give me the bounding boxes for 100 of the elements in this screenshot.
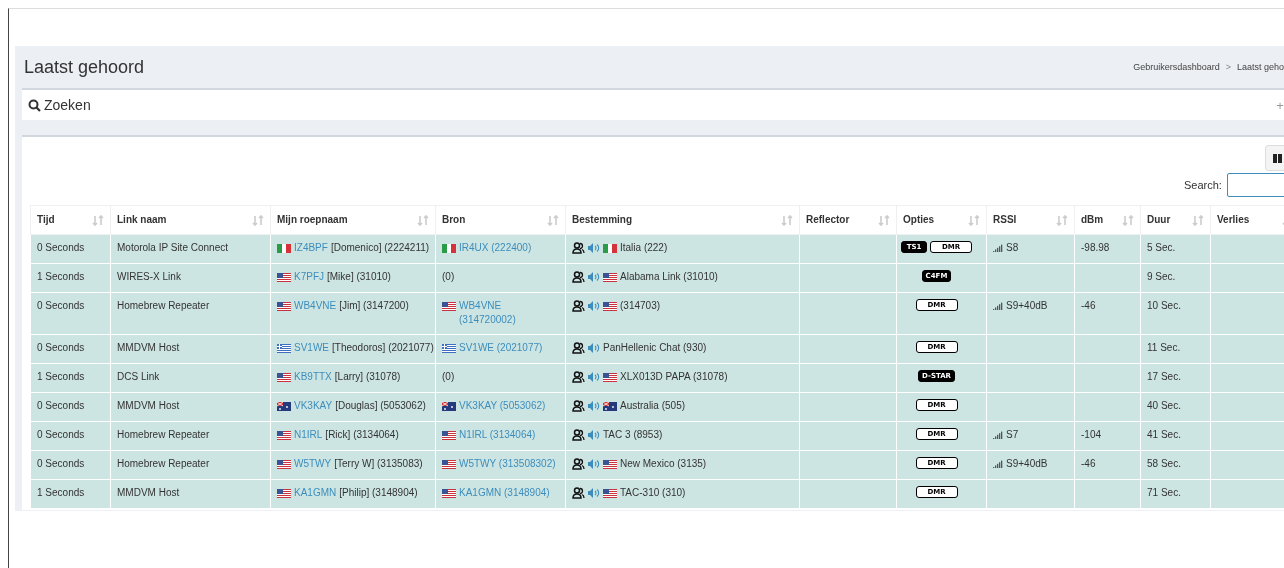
table-cell: S9+40dB	[1006, 457, 1048, 471]
column-header[interactable]: Tijd	[37, 213, 55, 227]
speaker-icon	[588, 459, 600, 469]
signal-icon	[993, 431, 1003, 439]
table-cell: [Terry W] (3135083)	[334, 457, 423, 471]
speaker-icon	[588, 372, 600, 382]
table-cell: (314703)	[620, 299, 661, 313]
table-cell: 0 Seconds	[37, 300, 85, 311]
table-cell: Homebrew Repeater	[117, 458, 210, 469]
signal-icon	[993, 244, 1003, 252]
table-cell: 11 Sec.	[1147, 342, 1181, 353]
sort-icon[interactable]	[417, 214, 429, 226]
table-cell: 17 Sec.	[1147, 371, 1181, 382]
table-cell: -46	[1081, 300, 1096, 311]
column-header[interactable]: Opties	[903, 213, 935, 227]
callsign-link[interactable]: VK3KAY	[294, 399, 333, 413]
table-cell: 40 Sec.	[1147, 400, 1181, 411]
search-label: Search:	[1184, 178, 1222, 192]
table-cell: 1 Seconds	[37, 487, 85, 498]
speaker-icon	[588, 343, 600, 353]
table-cell: MMDVM Host	[117, 487, 180, 498]
group-icon	[572, 271, 585, 283]
search-icon	[28, 98, 41, 112]
breadcrumb-link[interactable]: Laatst geho	[1236, 60, 1284, 74]
sort-icon[interactable]	[781, 214, 793, 226]
group-icon	[572, 242, 585, 254]
callsign-link[interactable]: N1IRL	[294, 428, 323, 442]
table-cell: 0 Seconds	[37, 342, 85, 353]
callsign-link[interactable]: K7PFJ	[294, 270, 324, 284]
table-cell: TAC-310 (310)	[620, 486, 686, 500]
table-cell: [Theodoros] (2021077)	[332, 341, 434, 355]
group-icon	[572, 487, 585, 499]
expand-button[interactable]: +	[1276, 97, 1284, 113]
group-icon	[572, 458, 585, 470]
table-cell: DCS Link	[117, 371, 160, 382]
column-header[interactable]: Mijn roepnaam	[277, 213, 348, 227]
table-cell: S8	[1006, 241, 1019, 255]
table-cell: 58 Sec.	[1147, 458, 1181, 469]
table-cell: XLX013D PAPA (31078)	[620, 370, 728, 384]
signal-icon	[993, 302, 1003, 310]
column-header[interactable]: Duur	[1147, 213, 1171, 227]
sort-icon[interactable]	[252, 214, 264, 226]
sort-icon[interactable]	[1056, 214, 1068, 226]
group-icon	[572, 342, 585, 354]
group-icon	[572, 371, 585, 383]
column-header[interactable]: Bron	[442, 213, 466, 227]
callsign-link[interactable]: WB4VNE	[294, 299, 337, 313]
callsign-link[interactable]: IZ4BPF	[294, 241, 328, 255]
table-cell: -98.98	[1081, 242, 1110, 253]
table-cell: 0 Seconds	[37, 400, 85, 411]
table-cell: Homebrew Repeater	[117, 300, 210, 311]
search-panel-title[interactable]: Zoeken	[28, 97, 91, 113]
table-cell: 0 Seconds	[37, 458, 85, 469]
table-cell: Homebrew Repeater	[117, 429, 210, 440]
column-header[interactable]: dBm	[1081, 213, 1104, 227]
table-cell: [Philip] (3148904)	[339, 486, 418, 500]
table-cell: 0 Seconds	[37, 429, 85, 440]
sort-icon[interactable]	[1122, 214, 1134, 226]
table-cell: 1 Seconds	[37, 271, 85, 282]
table-cell: Italia (222)	[620, 241, 668, 255]
table-cell: S9+40dB	[1006, 299, 1048, 313]
table-cell: [Jim] (3147200)	[339, 299, 409, 313]
table-cell: S7	[1006, 428, 1019, 442]
callsign-link[interactable]: SV1WE	[294, 341, 329, 355]
group-icon	[572, 300, 585, 312]
table-cell: -46	[1081, 458, 1096, 469]
group-icon	[572, 429, 585, 441]
table-cell: Australia (505)	[620, 399, 686, 413]
table-cell: [Douglas] (5053062)	[335, 399, 426, 413]
column-header[interactable]: Bestemming	[572, 213, 632, 227]
breadcrumb-link[interactable]: Gebruikersdashboard	[1133, 60, 1220, 74]
table-cell: [Rick] (3134064)	[325, 428, 399, 442]
callsign-link[interactable]: KA1GMN	[294, 486, 337, 500]
sort-icon[interactable]	[547, 214, 559, 226]
sort-icon[interactable]	[878, 214, 890, 226]
table-cell: [Domenico] (2224211)	[330, 241, 430, 255]
signal-icon	[993, 460, 1003, 468]
table-cell: (0)	[442, 271, 455, 282]
column-header[interactable]: Link naam	[117, 213, 167, 227]
table-cell: TAC 3 (8953)	[603, 428, 663, 442]
table-cell: Motorola IP Site Connect	[117, 242, 228, 253]
table-cell: [Larry] (31078)	[334, 370, 401, 384]
column-header[interactable]: RSSI	[993, 213, 1017, 227]
table-cell: 1 Seconds	[37, 371, 85, 382]
sort-icon[interactable]	[968, 214, 980, 226]
table-cell: 0 Seconds	[37, 242, 85, 253]
sort-icon[interactable]	[92, 214, 104, 226]
speaker-icon	[588, 243, 600, 253]
table-cell: Alabama Link (31010)	[620, 270, 718, 284]
page-title: Laatst gehoord	[24, 56, 145, 78]
callsign-link[interactable]: W5TWY	[294, 457, 332, 471]
sort-icon[interactable]	[1192, 214, 1204, 226]
table-cell: MMDVM Host	[117, 342, 180, 353]
table-cell: 41 Sec.	[1147, 429, 1181, 440]
speaker-icon	[588, 401, 600, 411]
callsign-link[interactable]: KB9TTX	[294, 370, 332, 384]
speaker-icon	[588, 430, 600, 440]
speaker-icon	[588, 301, 600, 311]
table-cell: MMDVM Host	[117, 400, 180, 411]
table-cell: 5 Sec.	[1147, 242, 1176, 253]
